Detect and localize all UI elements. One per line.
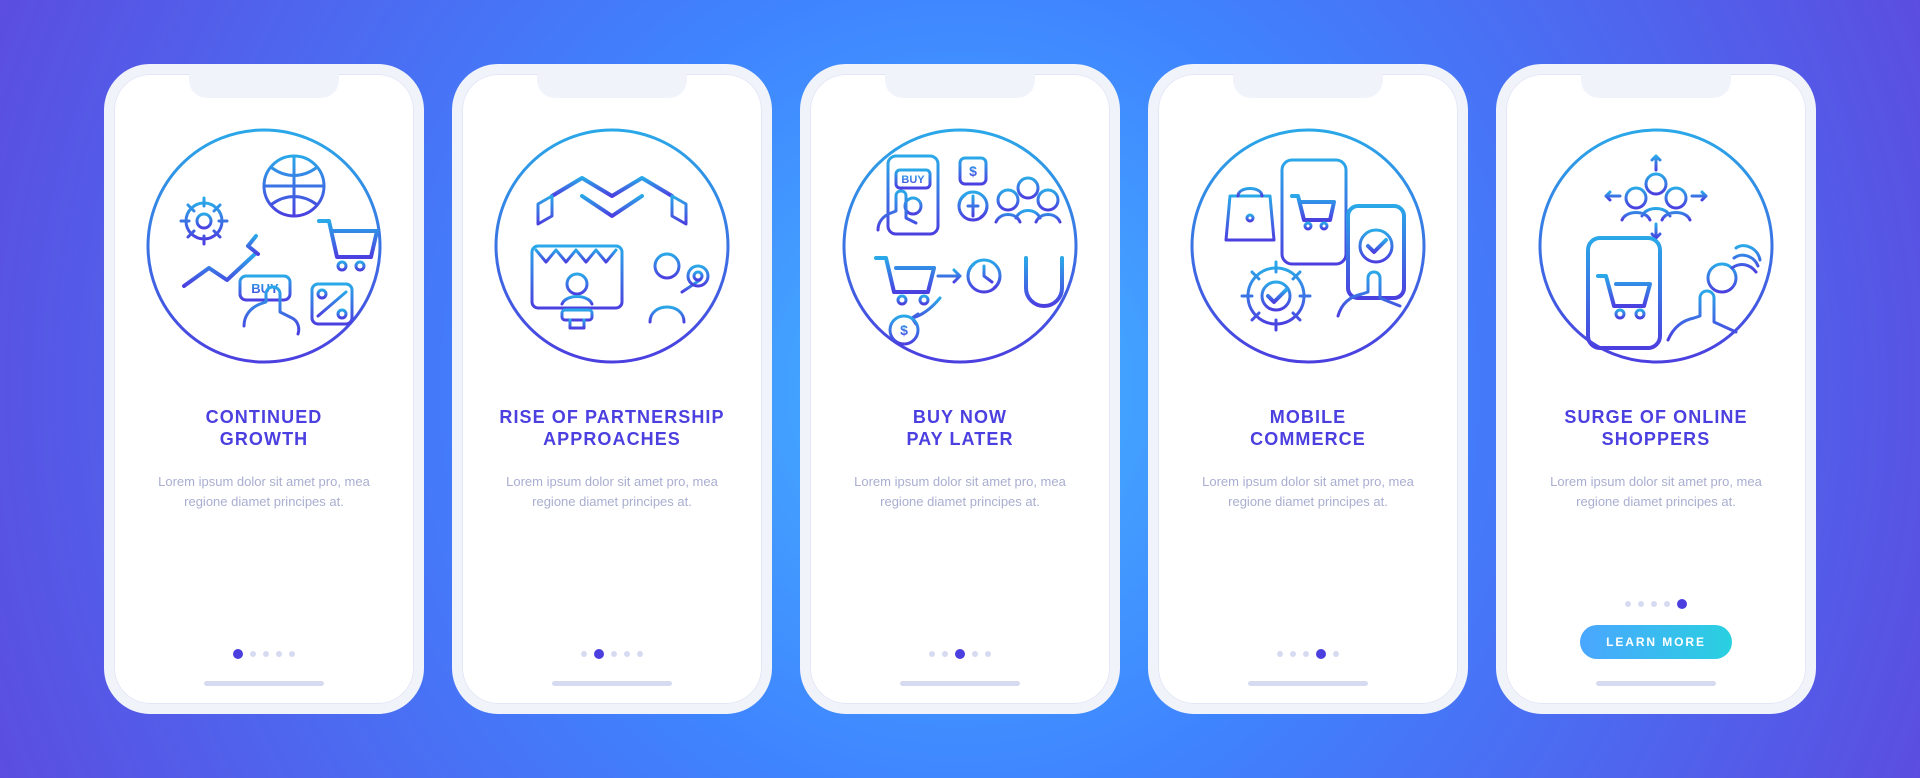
buy-now-pay-later-icon: BUY $ <box>830 116 1090 376</box>
page-dot[interactable] <box>1677 599 1687 609</box>
page-dots[interactable] <box>581 649 643 659</box>
page-dot[interactable] <box>289 651 295 657</box>
page-dot[interactable] <box>1316 649 1326 659</box>
page-dot[interactable] <box>929 651 935 657</box>
screen-title: MOBILE COMMERCE <box>1236 404 1380 452</box>
page-dot[interactable] <box>1333 651 1339 657</box>
page-dot[interactable] <box>263 651 269 657</box>
page-dot[interactable] <box>1625 601 1631 607</box>
page-dot[interactable] <box>581 651 587 657</box>
phone-notch <box>1233 74 1383 98</box>
screen-footer <box>826 649 1094 686</box>
onboarding-row: BUY CONTINUED GROWTH Lorem ipsum dolor s… <box>104 64 1816 714</box>
svg-text:$: $ <box>969 163 977 179</box>
page-dot[interactable] <box>624 651 630 657</box>
page-dots[interactable] <box>929 649 991 659</box>
page-dot[interactable] <box>233 649 243 659</box>
phone-notch <box>1581 74 1731 98</box>
page-dot[interactable] <box>611 651 617 657</box>
svg-text:BUY: BUY <box>901 174 925 186</box>
screen-footer <box>478 649 746 686</box>
screen-desc: Lorem ipsum dolor sit amet pro, mea regi… <box>1522 472 1790 512</box>
screen-footer: LEARN MORE <box>1522 599 1790 686</box>
page-dots[interactable] <box>1277 649 1339 659</box>
page-dot[interactable] <box>1277 651 1283 657</box>
home-indicator <box>552 681 672 686</box>
phone-frame-2: RISE OF PARTNERSHIP APPROACHES Lorem ips… <box>452 64 772 714</box>
continued-growth-icon: BUY <box>134 116 394 376</box>
page-dot[interactable] <box>1290 651 1296 657</box>
page-dots[interactable] <box>233 649 295 659</box>
mobile-commerce-icon <box>1178 116 1438 376</box>
phone-notch <box>885 74 1035 98</box>
screen-desc: Lorem ipsum dolor sit amet pro, mea regi… <box>1174 472 1442 512</box>
home-indicator <box>1596 681 1716 686</box>
home-indicator <box>1248 681 1368 686</box>
screen-title: CONTINUED GROWTH <box>192 404 337 452</box>
screen-footer <box>130 649 398 686</box>
screen-desc: Lorem ipsum dolor sit amet pro, mea regi… <box>478 472 746 512</box>
page-dot[interactable] <box>1303 651 1309 657</box>
page-dot[interactable] <box>637 651 643 657</box>
page-dot[interactable] <box>985 651 991 657</box>
learn-more-button[interactable]: LEARN MORE <box>1580 625 1732 659</box>
page-dot[interactable] <box>276 651 282 657</box>
page-dot[interactable] <box>1638 601 1644 607</box>
phone-frame-4: MOBILE COMMERCE Lorem ipsum dolor sit am… <box>1148 64 1468 714</box>
phone-frame-1: BUY CONTINUED GROWTH Lorem ipsum dolor s… <box>104 64 424 714</box>
page-dot[interactable] <box>594 649 604 659</box>
phone-frame-5: SURGE OF ONLINE SHOPPERS Lorem ipsum dol… <box>1496 64 1816 714</box>
svg-text:$: $ <box>900 322 908 338</box>
page-dot[interactable] <box>250 651 256 657</box>
screen-title: SURGE OF ONLINE SHOPPERS <box>1550 404 1761 452</box>
page-dot[interactable] <box>972 651 978 657</box>
page-dot[interactable] <box>1651 601 1657 607</box>
surge-online-shoppers-icon <box>1526 116 1786 376</box>
rise-partnership-icon <box>482 116 742 376</box>
phone-notch <box>537 74 687 98</box>
home-indicator <box>204 681 324 686</box>
screen-title: BUY NOW PAY LATER <box>892 404 1027 452</box>
phone-frame-3: BUY $ <box>800 64 1120 714</box>
page-dots[interactable] <box>1625 599 1687 609</box>
screen-desc: Lorem ipsum dolor sit amet pro, mea regi… <box>826 472 1094 512</box>
page-dot[interactable] <box>955 649 965 659</box>
screen-desc: Lorem ipsum dolor sit amet pro, mea regi… <box>130 472 398 512</box>
page-dot[interactable] <box>1664 601 1670 607</box>
screen-title: RISE OF PARTNERSHIP APPROACHES <box>485 404 738 452</box>
phone-notch <box>189 74 339 98</box>
page-dot[interactable] <box>942 651 948 657</box>
home-indicator <box>900 681 1020 686</box>
screen-footer <box>1174 649 1442 686</box>
